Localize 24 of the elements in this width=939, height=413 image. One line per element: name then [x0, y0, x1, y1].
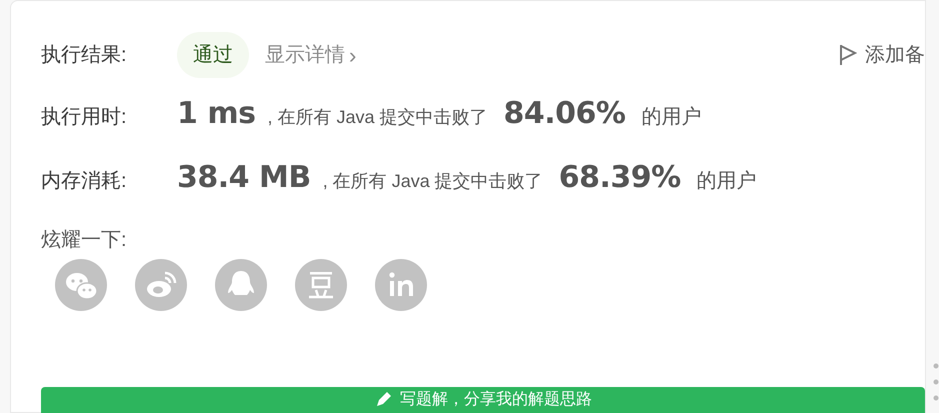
add-note-button[interactable]: 添加备 [839, 40, 925, 70]
result-label: 执行结果: [41, 43, 128, 68]
more-icon [933, 363, 939, 403]
stat-percent: 68.39% [558, 159, 681, 197]
stat-suffix: 的用户 [641, 105, 702, 130]
share-icon[interactable] [135, 259, 187, 311]
write-solution-button[interactable]: 写题解，分享我的解题思路 [41, 387, 925, 413]
stat-label: 内存消耗: [41, 169, 128, 194]
stat-label: 执行用时: [41, 105, 128, 130]
pencil-icon [374, 391, 392, 409]
share-icon[interactable] [215, 259, 267, 311]
stat-value: 38.4 MB [177, 159, 311, 197]
flag-icon [839, 44, 857, 66]
share-icon[interactable] [295, 259, 347, 311]
stat-value: 1 ms [177, 95, 256, 133]
share-label: 炫耀一下: [41, 228, 127, 253]
show-details-link[interactable]: 显示详情 › [265, 38, 356, 72]
share-icon[interactable] [55, 259, 107, 311]
status-badge: 通过 [177, 32, 249, 78]
stat-description: , 在所有 Java 提交中击败了 [267, 106, 488, 129]
stat-percent: 84.06% [503, 95, 626, 133]
stat-description: , 在所有 Java 提交中击败了 [322, 170, 543, 193]
share-icon[interactable] [375, 259, 427, 311]
stat-suffix: 的用户 [696, 169, 757, 194]
